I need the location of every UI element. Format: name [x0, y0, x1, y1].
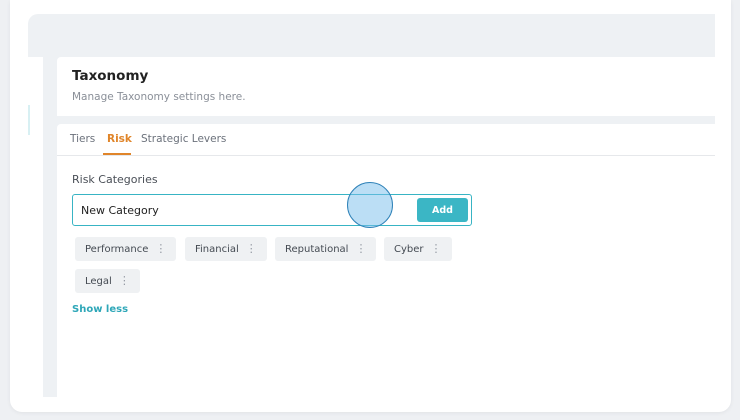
new-category-input[interactable]	[73, 195, 413, 225]
kebab-menu-icon[interactable]: ⋮	[355, 237, 366, 261]
show-less-link[interactable]: Show less	[72, 304, 128, 315]
active-tab-underline	[103, 153, 131, 155]
sidebar-active-indicator	[28, 105, 30, 135]
kebab-menu-icon[interactable]: ⋮	[155, 237, 166, 261]
kebab-menu-icon[interactable]: ⋮	[246, 237, 257, 261]
category-chip-reputational[interactable]: Reputational ⋮	[275, 237, 377, 261]
taxonomy-panel: Tiers Risk Strategic Levers Risk Categor…	[57, 124, 715, 397]
left-sidebar-strip	[28, 57, 43, 397]
category-chip-performance[interactable]: Performance ⋮	[75, 237, 177, 261]
chip-label: Legal	[85, 276, 112, 287]
category-chip-cyber[interactable]: Cyber ⋮	[384, 237, 452, 261]
tab-risk[interactable]: Risk	[107, 133, 132, 145]
chip-label: Reputational	[285, 244, 349, 255]
kebab-menu-icon[interactable]: ⋮	[431, 237, 442, 261]
chip-label: Cyber	[394, 244, 424, 255]
page-subtitle: Manage Taxonomy settings here.	[72, 91, 246, 103]
add-category-button[interactable]: Add	[417, 198, 468, 222]
category-chip-financial[interactable]: Financial ⋮	[185, 237, 267, 261]
chip-label: Financial	[195, 244, 239, 255]
tab-bar: Tiers Risk Strategic Levers	[57, 124, 715, 156]
page-header: Taxonomy Manage Taxonomy settings here.	[57, 57, 715, 116]
tab-strategic-levers[interactable]: Strategic Levers	[141, 133, 226, 145]
tab-tiers[interactable]: Tiers	[70, 133, 95, 145]
category-input-group: Add	[72, 194, 472, 226]
chip-label: Performance	[85, 244, 149, 255]
category-chip-legal[interactable]: Legal ⋮	[75, 269, 140, 293]
page-title: Taxonomy	[72, 68, 149, 84]
risk-categories-label: Risk Categories	[72, 173, 158, 186]
kebab-menu-icon[interactable]: ⋮	[119, 269, 130, 293]
